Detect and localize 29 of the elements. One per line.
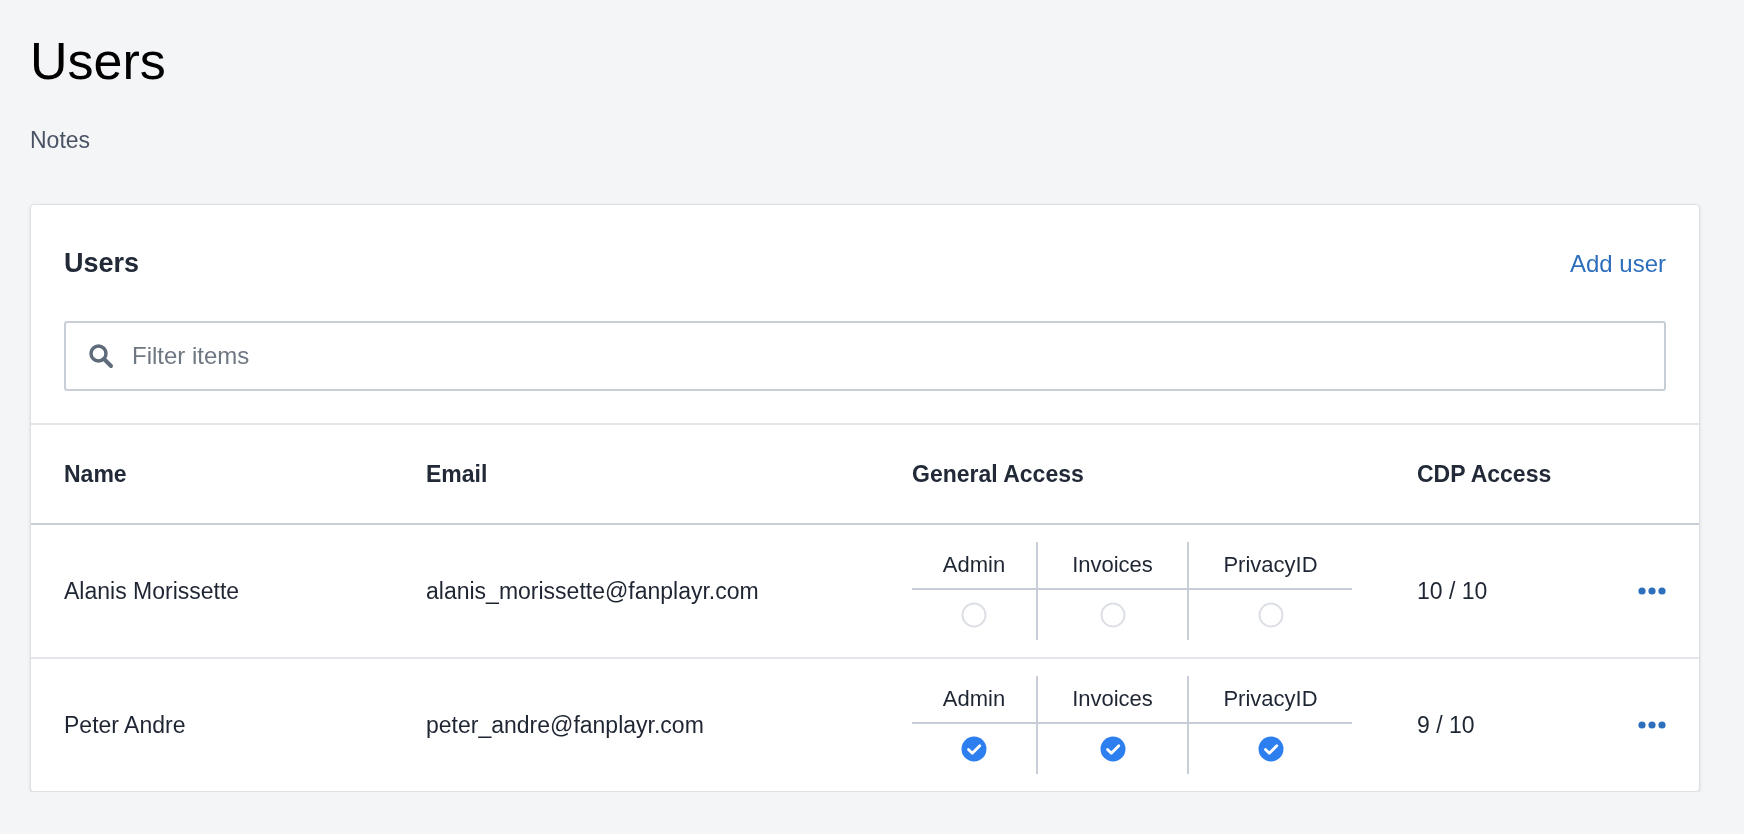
- column-header: General Access: [912, 460, 1085, 488]
- card-title: Users: [64, 248, 140, 279]
- more-options-icon[interactable]: [1638, 721, 1666, 729]
- access-label: Admin: [912, 676, 1038, 724]
- user-name: Alanis Morissette: [64, 577, 241, 605]
- more-options-icon[interactable]: [1638, 587, 1666, 595]
- cdp-access-count: 10 / 10: [1417, 577, 1489, 605]
- filter-field[interactable]: Filter items: [64, 321, 1666, 391]
- checked-checkbox[interactable]: [1257, 736, 1284, 762]
- checked-checkbox[interactable]: [1099, 736, 1126, 762]
- column-header: Name: [64, 460, 128, 488]
- user-email: peter_andre@fanplayr.com: [426, 711, 705, 739]
- cdp-access-count: 9 / 10: [1417, 711, 1476, 739]
- unchecked-checkbox[interactable]: [1257, 602, 1284, 628]
- access-label: Invoices: [1038, 542, 1189, 590]
- add-user-link[interactable]: Add user: [1569, 249, 1666, 278]
- user-email: alanis_morissette@fanplayr.com: [426, 577, 760, 605]
- access-label: PrivacyID: [1189, 676, 1352, 724]
- column-header: CDP Access: [1417, 460, 1553, 488]
- user-name: Peter Andre: [64, 711, 187, 739]
- unchecked-checkbox[interactable]: [961, 602, 987, 628]
- unchecked-checkbox[interactable]: [1099, 602, 1126, 628]
- access-label: Admin: [912, 542, 1038, 590]
- checked-checkbox[interactable]: [961, 736, 987, 762]
- access-label: PrivacyID: [1189, 542, 1352, 590]
- access-label: Invoices: [1038, 676, 1189, 724]
- page-title: Users: [30, 31, 166, 92]
- notes-text: Notes: [30, 127, 91, 154]
- column-header: Email: [426, 460, 489, 488]
